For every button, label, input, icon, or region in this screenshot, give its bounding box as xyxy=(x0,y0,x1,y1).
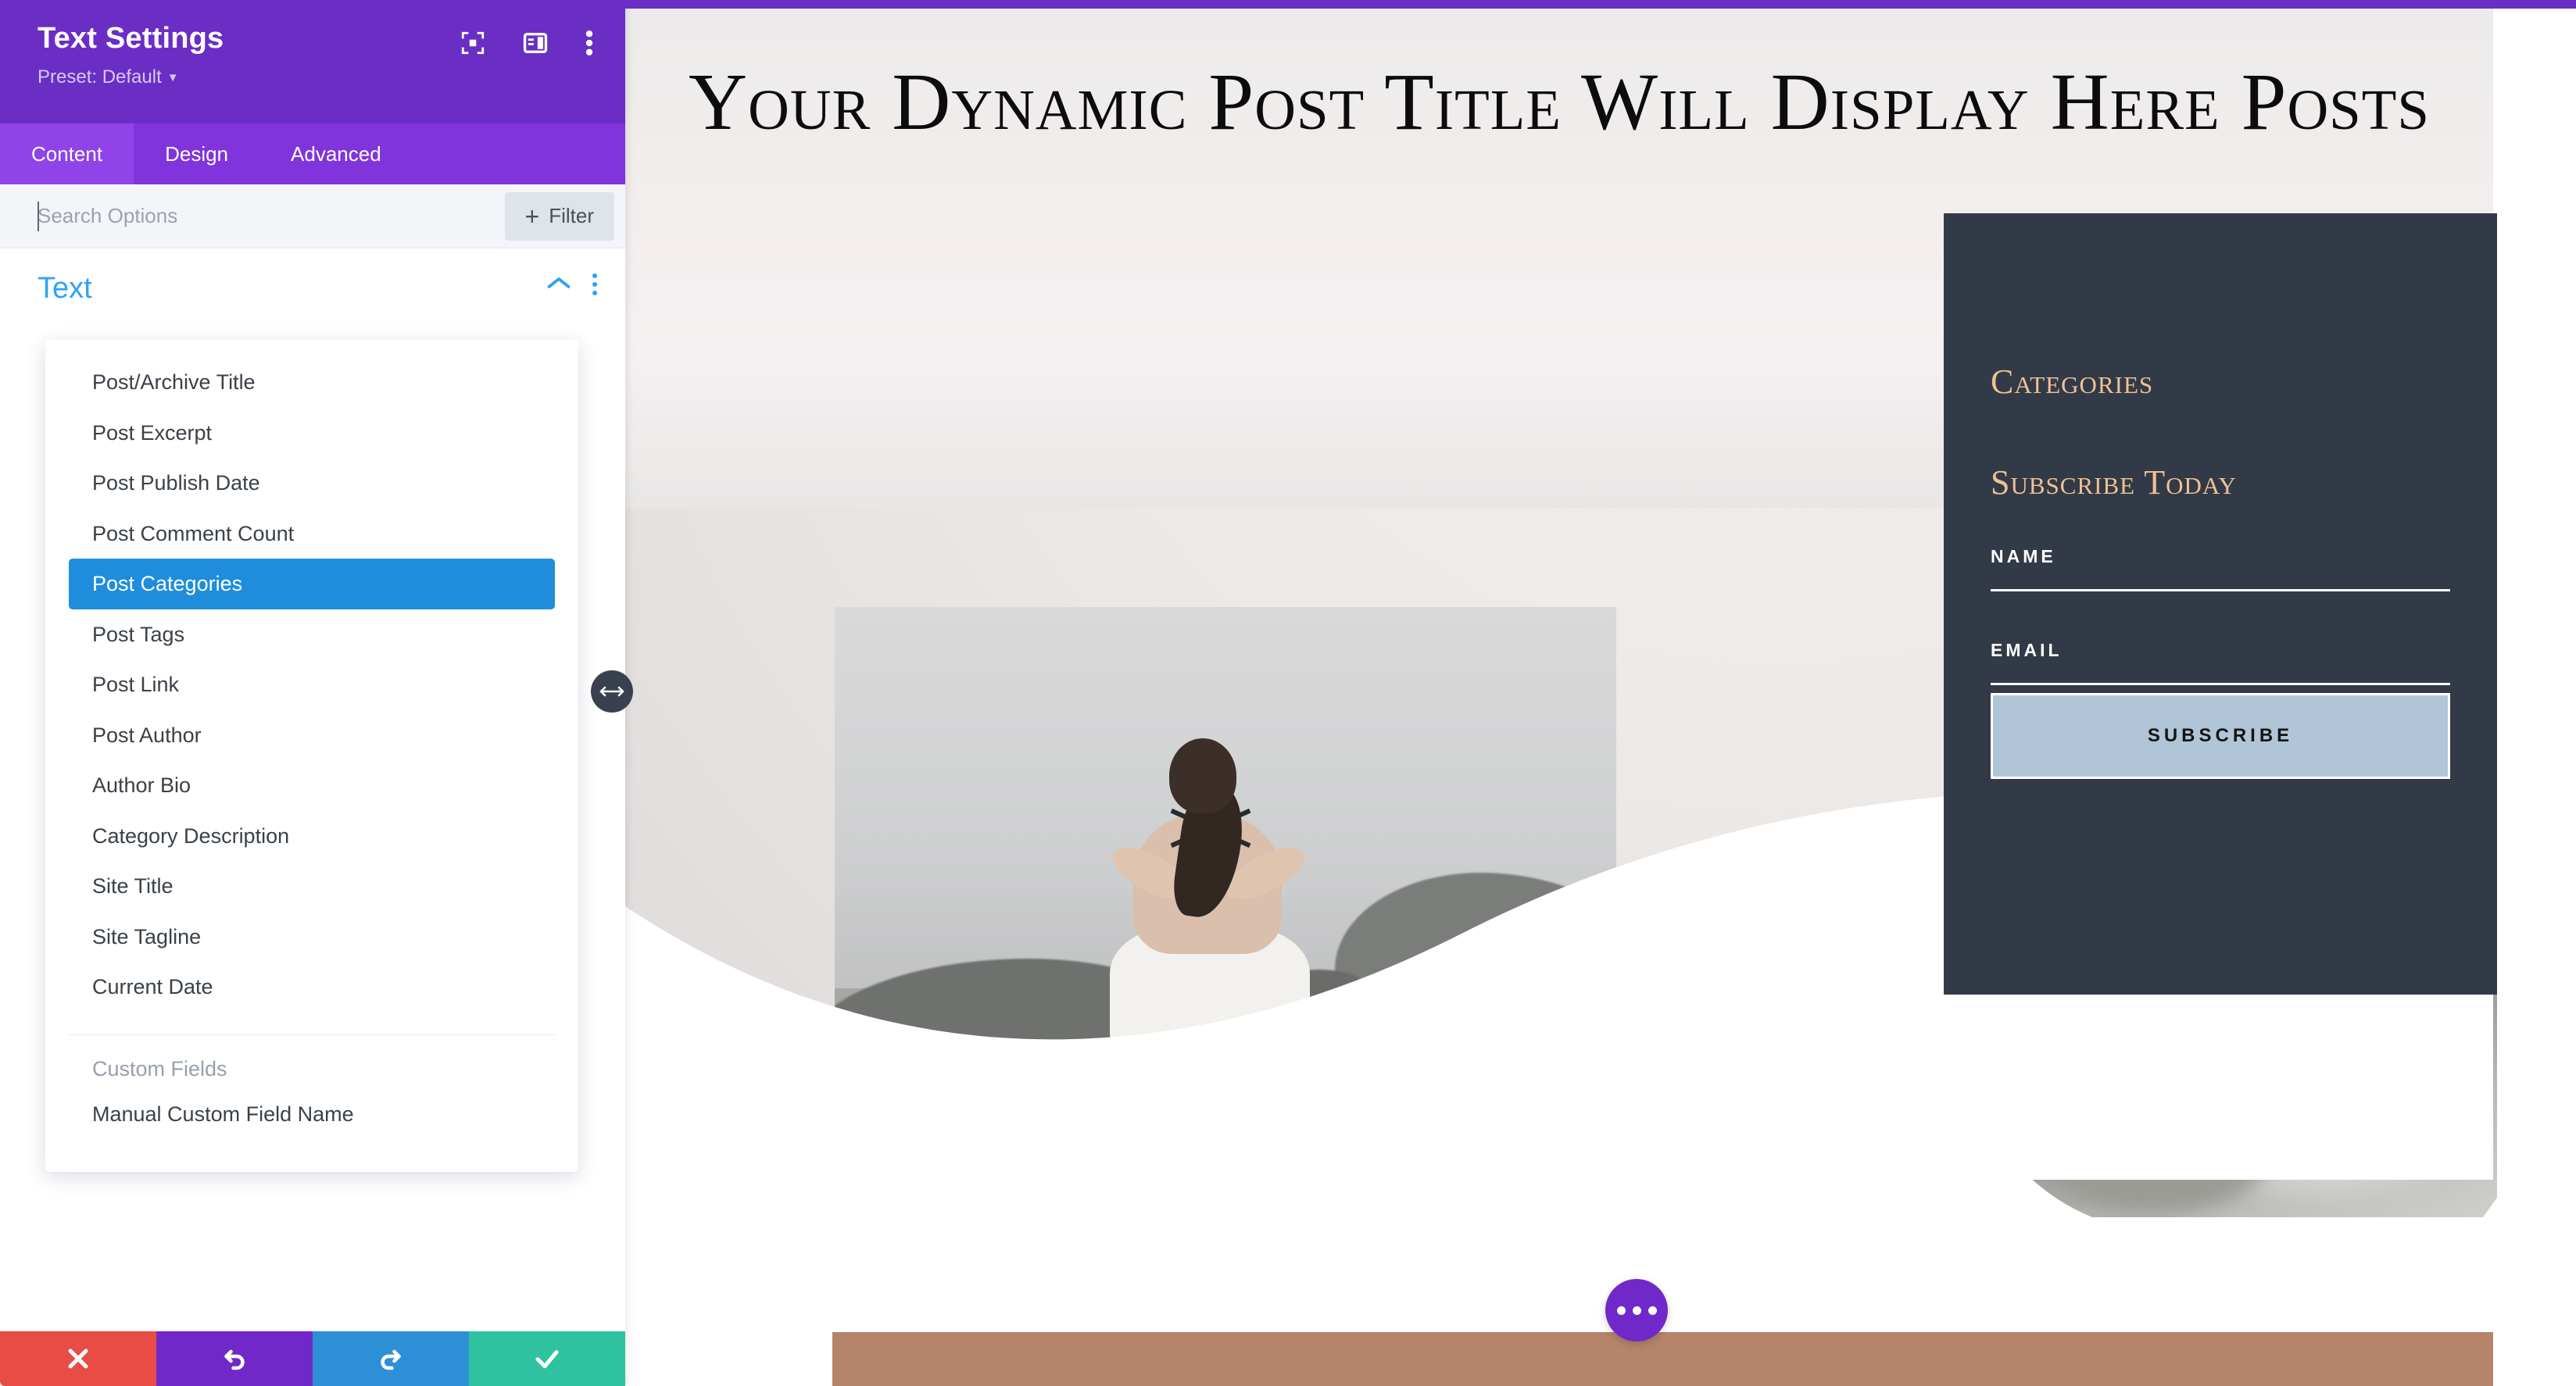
more-options-icon[interactable] xyxy=(585,30,594,60)
layout-panel-icon[interactable] xyxy=(522,30,549,60)
ellipsis-dot-3 xyxy=(1648,1306,1657,1315)
image-figure xyxy=(1093,738,1327,1066)
module-settings-panel: Text Settings Preset: Default ▼ Content … xyxy=(0,0,625,1386)
panel-header: Text Settings Preset: Default ▼ xyxy=(0,0,625,123)
figure-head xyxy=(1169,738,1236,813)
email-field-label: EMAIL xyxy=(1991,640,2063,660)
redo-icon xyxy=(381,1349,401,1370)
subscribe-button[interactable]: SUBSCRIBE xyxy=(1991,693,2450,779)
tab-content[interactable]: Content xyxy=(0,123,134,184)
text-caret xyxy=(38,202,39,231)
builder-top-bar xyxy=(0,0,2576,9)
tab-design[interactable]: Design xyxy=(134,123,259,184)
dropdown-item-post-excerpt[interactable]: Post Excerpt xyxy=(69,408,555,459)
page-settings-fab[interactable] xyxy=(1605,1279,1668,1341)
save-button[interactable] xyxy=(469,1331,625,1386)
ellipsis-dot-2 xyxy=(1632,1306,1641,1315)
dropdown-group-custom-fields: Custom Fields xyxy=(92,1056,227,1081)
section-title: Text xyxy=(38,272,92,305)
plus-icon: + xyxy=(524,202,540,230)
panel-tabs: Content Design Advanced xyxy=(0,123,625,184)
dropdown-item-category-description[interactable]: Category Description xyxy=(69,811,555,862)
rock-midtone-c xyxy=(2038,1088,2272,1213)
chevron-up-icon[interactable] xyxy=(547,276,571,294)
undo-icon xyxy=(224,1349,245,1370)
dropdown-item-current-date[interactable]: Current Date xyxy=(69,962,555,1013)
footer-band xyxy=(832,1332,2493,1386)
panel-action-bar xyxy=(0,1331,625,1386)
dropdown-item-post-comment-count[interactable]: Post Comment Count xyxy=(69,509,555,559)
name-field-underline[interactable] xyxy=(1991,589,2450,591)
dropdown-item-post-publish-date[interactable]: Post Publish Date xyxy=(69,458,555,509)
kebab-menu-icon[interactable] xyxy=(592,273,597,295)
redo-button[interactable] xyxy=(313,1331,469,1386)
check-icon xyxy=(535,1350,559,1369)
kebab-dot-2 xyxy=(592,282,597,287)
subscribe-heading: Subscribe Today xyxy=(1991,463,2237,502)
email-field-underline[interactable] xyxy=(1991,683,2450,685)
dynamic-content-dropdown: Post/Archive Title Post Excerpt Post Pub… xyxy=(45,340,578,1172)
search-input[interactable] xyxy=(0,204,505,228)
secondary-image xyxy=(1944,995,2497,1217)
section-header-controls xyxy=(547,273,597,295)
undo-button[interactable] xyxy=(156,1331,313,1386)
panel-preset-label: Preset: Default xyxy=(38,66,162,88)
kebab-dot-1 xyxy=(592,273,597,278)
kebab-dot-3 xyxy=(592,291,597,295)
categories-heading: Categories xyxy=(1991,363,2154,401)
hero-image xyxy=(835,607,1616,1123)
dropdown-item-manual-custom-field-name[interactable]: Manual Custom Field Name xyxy=(69,1089,555,1140)
image-rock-right xyxy=(1335,873,1616,1091)
dropdown-item-post-author[interactable]: Post Author xyxy=(69,710,555,761)
filter-button-label: Filter xyxy=(549,204,594,227)
close-icon xyxy=(68,1348,88,1369)
dropdown-item-site-title[interactable]: Site Title xyxy=(69,861,555,912)
dropdown-item-author-bio[interactable]: Author Bio xyxy=(69,760,555,811)
focus-icon[interactable] xyxy=(460,30,486,60)
tab-advanced[interactable]: Advanced xyxy=(259,123,413,184)
filter-button[interactable]: + Filter xyxy=(504,191,614,241)
dropdown-item-site-tagline[interactable]: Site Tagline xyxy=(69,912,555,963)
panel-preset[interactable]: Preset: Default ▼ xyxy=(38,66,594,88)
chevron-down-icon: ▼ xyxy=(166,71,179,85)
dropdown-item-post-categories[interactable]: Post Categories xyxy=(69,559,555,609)
panel-resize-handle[interactable] xyxy=(591,670,633,713)
dropdown-item-post-link[interactable]: Post Link xyxy=(69,659,555,710)
section-header-text[interactable]: Text xyxy=(0,248,625,326)
dropdown-item-post-tags[interactable]: Post Tags xyxy=(69,609,555,660)
dropdown-item-post-archive-title[interactable]: Post/Archive Title xyxy=(69,357,555,408)
search-bar: + Filter xyxy=(0,184,625,248)
name-field-label: NAME xyxy=(1991,546,2056,566)
cancel-button[interactable] xyxy=(0,1331,156,1386)
ellipsis-dot-1 xyxy=(1616,1306,1626,1315)
resize-horizontal-icon xyxy=(599,686,624,697)
subscribe-card: Categories Subscribe Today NAME EMAIL SU… xyxy=(1944,213,2497,995)
dropdown-divider xyxy=(69,1034,555,1035)
panel-header-icons xyxy=(460,30,594,60)
